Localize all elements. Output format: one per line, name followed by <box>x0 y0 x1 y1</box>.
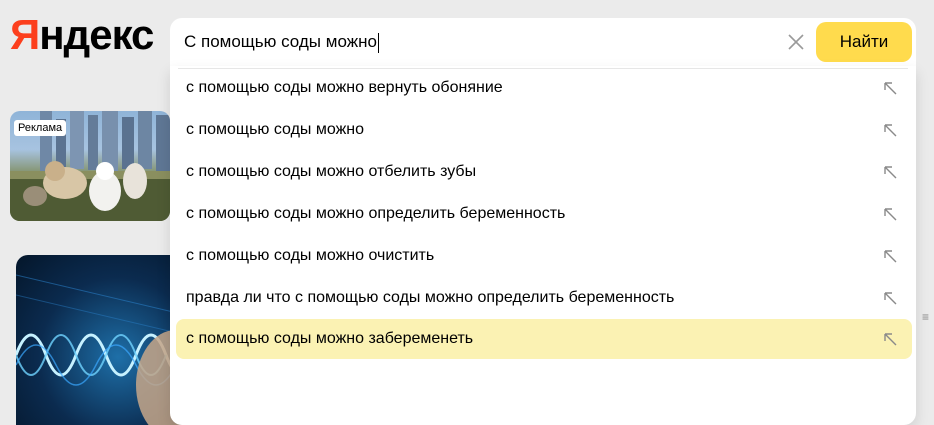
promo-image <box>16 274 186 425</box>
insert-arrow-icon[interactable] <box>882 206 898 222</box>
suggest-item-text: с помощью соды можно очистить <box>186 247 435 264</box>
search-input[interactable]: С помощью соды можно <box>184 18 379 66</box>
suggest-item-text: с помощью соды можно определить беременн… <box>186 205 566 222</box>
suggest-item-text: правда ли что с помощью соды можно опред… <box>186 289 675 306</box>
logo-rest: ндекс <box>39 11 154 58</box>
scroll-grip-icon[interactable]: ≡ <box>922 310 932 324</box>
suggest-item-active[interactable]: с помощью соды можно забеременеть <box>176 319 912 359</box>
insert-arrow-icon[interactable] <box>882 122 898 138</box>
suggest-item[interactable]: с помощью соды можно очистить <box>176 236 912 276</box>
suggest-item-text: с помощью соды можно забеременеть <box>186 330 474 347</box>
logo-first-letter: Я <box>10 11 40 58</box>
suggest-item-text: с помощью соды можно вернуть обоняние <box>186 79 503 96</box>
clear-icon[interactable] <box>784 30 808 54</box>
ad-card[interactable]: Реклама <box>10 111 170 221</box>
insert-arrow-icon[interactable] <box>882 290 898 306</box>
suggestions-dropdown: с помощью соды можно вернуть обоняние с … <box>170 66 916 425</box>
search-button[interactable]: Найти <box>816 22 912 62</box>
suggest-item-text: с помощью соды можно <box>186 121 365 138</box>
insert-arrow-icon[interactable] <box>882 80 898 96</box>
yandex-logo[interactable]: Яндекс <box>10 11 154 58</box>
insert-arrow-icon[interactable] <box>882 331 898 347</box>
suggest-item-text: с помощью соды можно отбелить зубы <box>186 163 477 180</box>
insert-arrow-icon[interactable] <box>882 164 898 180</box>
suggest-item[interactable]: правда ли что с помощью соды можно опред… <box>176 278 912 318</box>
search-query: С помощью соды можно <box>184 32 377 51</box>
suggest-item[interactable]: с помощью соды можно вернуть обоняние <box>176 68 912 108</box>
suggest-item[interactable]: с помощью соды можно <box>176 110 912 150</box>
insert-arrow-icon[interactable] <box>882 248 898 264</box>
text-caret <box>377 32 379 53</box>
suggest-item[interactable]: с помощью соды можно отбелить зубы <box>176 152 912 192</box>
search-box: С помощью соды можно Найти <box>170 18 916 66</box>
suggest-item[interactable]: с помощью соды можно определить беременн… <box>176 194 912 234</box>
promo-card[interactable] <box>16 255 186 425</box>
ad-label: Реклама <box>14 120 67 136</box>
